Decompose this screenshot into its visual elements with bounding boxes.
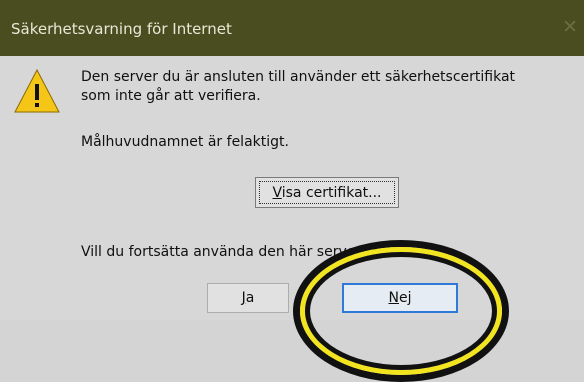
dialog-title: Säkerhetsvarning för Internet [11,20,232,38]
question-text: Vill du fortsätta använda den här server… [81,244,378,260]
yes-button[interactable]: Ja [207,283,289,313]
title-bar: Säkerhetsvarning för Internet ✕ [0,0,584,56]
close-icon[interactable]: ✕ [562,18,578,37]
detail-text: Målhuvudnamnet är felaktigt. [81,134,289,150]
message-line-2: som inte går att verifiera. [81,88,261,104]
dialog-body: Den server du är ansluten till använder … [0,56,584,320]
focus-rect [259,181,395,204]
no-label: Nej [388,290,412,306]
message-line-1: Den server du är ansluten till använder … [81,69,516,85]
view-certificate-button[interactable]: Visa certifikat... [255,177,399,208]
yes-label: Ja [241,290,255,306]
no-button[interactable]: Nej [342,283,458,313]
warning-icon [14,68,60,113]
